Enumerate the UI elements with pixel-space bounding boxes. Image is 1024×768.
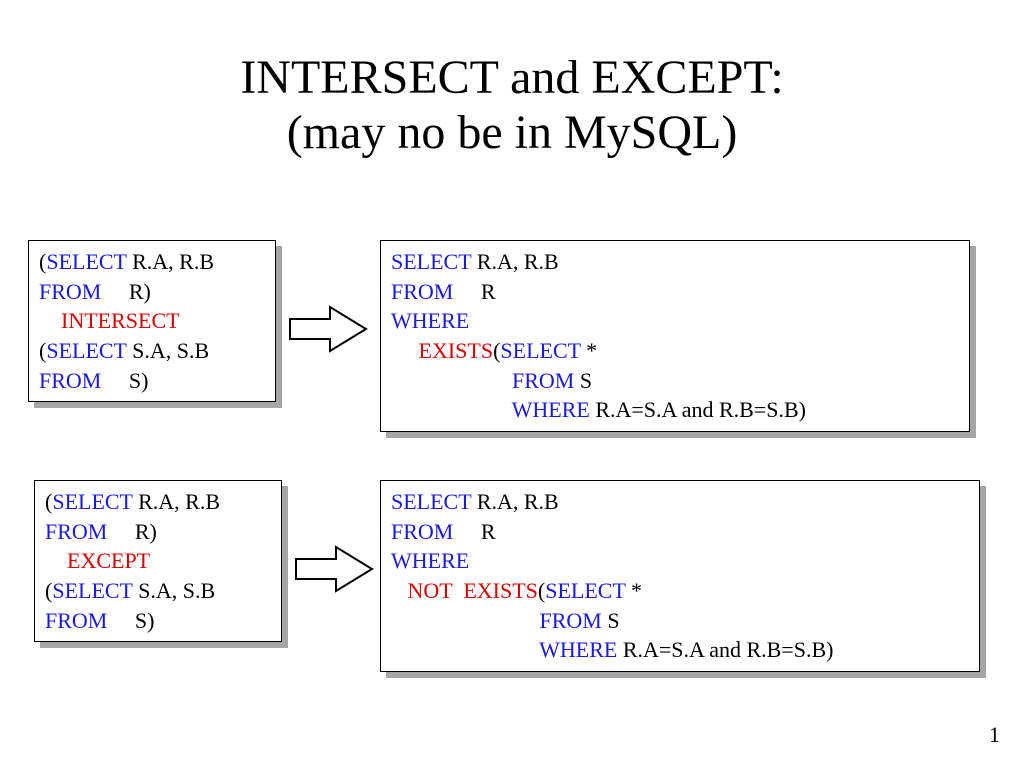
text-token: [391, 397, 512, 422]
text-token: S): [129, 368, 149, 393]
text-token: S): [135, 608, 155, 633]
code-line: FROM S: [391, 606, 969, 636]
keyword-token: SELECT: [391, 489, 477, 514]
keyword-token: WHERE: [512, 397, 596, 422]
keyword-token: SELECT: [46, 338, 132, 363]
code-line: (SELECT S.A, S.B: [39, 336, 265, 366]
code-line: (SELECT R.A, R.B: [39, 247, 265, 277]
text-token: R.A=S.A and R.B=S.B): [623, 637, 834, 662]
code-line: WHERE R.A=S.A and R.B=S.B): [391, 395, 959, 425]
code-line: WHERE: [391, 306, 959, 336]
code-line: FROM R): [45, 517, 271, 547]
code-line: WHERE: [391, 546, 969, 576]
title-line2: (may no be in MySQL): [287, 106, 738, 159]
text-token: [45, 548, 67, 573]
text-token: S.A, S.B: [132, 338, 209, 363]
text-token: [391, 338, 419, 363]
code-line: EXISTS(SELECT *: [391, 336, 959, 366]
text-token: R.A, R.B: [138, 489, 220, 514]
code-line: FROM S: [391, 366, 959, 396]
text-token: *: [586, 338, 597, 363]
keyword-token: WHERE: [391, 548, 469, 573]
code-line: FROM R): [39, 277, 265, 307]
text-token: R.A, R.B: [477, 489, 559, 514]
arrow-right-icon: [294, 543, 374, 595]
operator-token: INTERSECT: [61, 308, 180, 333]
keyword-token: SELECT: [46, 249, 132, 274]
operator-token: EXCEPT: [67, 548, 150, 573]
text-token: S: [607, 608, 619, 633]
code-box-intersect: (SELECT R.A, R.BFROM R) INTERSECT(SELECT…: [28, 240, 276, 402]
keyword-token: SELECT: [545, 578, 631, 603]
code-line: FROM S): [39, 366, 265, 396]
text-token: R: [481, 279, 496, 304]
code-line: FROM R: [391, 277, 959, 307]
arrow-right-icon: [288, 303, 368, 355]
keyword-token: FROM: [45, 519, 135, 544]
code-box-exists: SELECT R.A, R.BFROM RWHERE EXISTS(SELECT…: [380, 240, 970, 432]
code-line: SELECT R.A, R.B: [391, 487, 969, 517]
keyword-token: WHERE: [391, 308, 469, 333]
text-token: [391, 637, 539, 662]
keyword-token: FROM: [391, 519, 481, 544]
code-line: EXCEPT: [45, 546, 271, 576]
keyword-token: FROM: [45, 608, 135, 633]
keyword-token: SELECT: [391, 249, 477, 274]
keyword-token: FROM: [540, 608, 608, 633]
text-token: R.A=S.A and R.B=S.B): [595, 397, 806, 422]
text-token: [39, 308, 61, 333]
code-line: INTERSECT: [39, 306, 265, 336]
code-box-not-exists: SELECT R.A, R.BFROM RWHERE NOT EXISTS(SE…: [380, 480, 980, 672]
text-token: S.A, S.B: [138, 578, 215, 603]
text-token: *: [631, 578, 642, 603]
operator-token: NOT EXISTS: [408, 578, 538, 603]
text-token: S: [580, 368, 592, 393]
code-line: SELECT R.A, R.B: [391, 247, 959, 277]
slide-title: INTERSECT and EXCEPT: (may no be in MySQ…: [0, 0, 1024, 160]
keyword-token: FROM: [512, 368, 580, 393]
keyword-token: FROM: [391, 279, 481, 304]
code-line: FROM R: [391, 517, 969, 547]
text-token: R.A, R.B: [132, 249, 214, 274]
title-line1: INTERSECT and EXCEPT:: [240, 51, 783, 104]
code-line: (SELECT S.A, S.B: [45, 576, 271, 606]
text-token: R: [481, 519, 496, 544]
keyword-token: SELECT: [500, 338, 586, 363]
keyword-token: FROM: [39, 368, 129, 393]
page-number: 1: [989, 722, 1000, 748]
operator-token: EXISTS: [419, 338, 494, 363]
code-line: WHERE R.A=S.A and R.B=S.B): [391, 635, 969, 665]
code-box-except: (SELECT R.A, R.BFROM R) EXCEPT(SELECT S.…: [34, 480, 282, 642]
code-line: FROM S): [45, 606, 271, 636]
keyword-token: SELECT: [52, 489, 138, 514]
code-line: (SELECT R.A, R.B: [45, 487, 271, 517]
code-line: NOT EXISTS(SELECT *: [391, 576, 969, 606]
text-token: R): [129, 279, 151, 304]
text-token: [391, 578, 408, 603]
text-token: R.A, R.B: [477, 249, 559, 274]
text-token: [391, 368, 512, 393]
keyword-token: WHERE: [539, 637, 623, 662]
text-token: [391, 608, 540, 633]
text-token: R): [135, 519, 157, 544]
keyword-token: SELECT: [52, 578, 138, 603]
keyword-token: FROM: [39, 279, 129, 304]
